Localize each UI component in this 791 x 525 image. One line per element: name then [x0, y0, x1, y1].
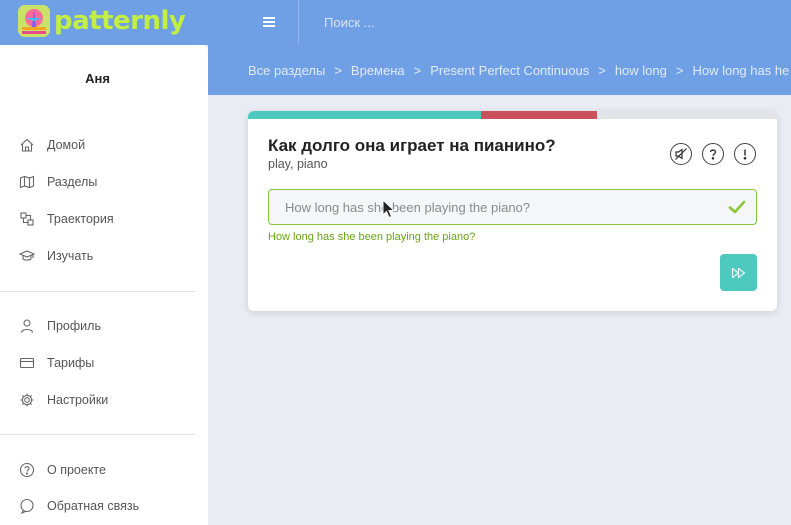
sidebar-item-trajectory[interactable]: Траектория [18, 209, 114, 229]
card-icon [18, 354, 36, 372]
logo-text: patternly [54, 6, 186, 36]
sidebar-item-sections[interactable]: Разделы [18, 172, 97, 192]
header-divider [298, 0, 299, 45]
sidebar-item-label: Домой [47, 138, 86, 152]
sidebar-item-label: Тарифы [47, 356, 95, 370]
exclamation-icon [743, 149, 747, 160]
mute-sound-button[interactable] [670, 143, 692, 165]
exercise-card: Как долго она играет на пианино? play, p… [248, 111, 777, 311]
breadcrumb-separator: > [675, 62, 684, 78]
sidebar: Аня Домой Разделы Траектория Изучать Про… [0, 45, 208, 525]
breadcrumb-item[interactable]: Present Perfect Continuous [430, 63, 589, 78]
sidebar-item-tariffs[interactable]: Тарифы [18, 353, 94, 373]
hamburger-icon [263, 17, 275, 27]
report-button[interactable] [734, 143, 756, 165]
breadcrumb-item[interactable]: how long [615, 63, 667, 78]
question-text: Как долго она играет на пианино? [268, 136, 556, 155]
next-button[interactable] [720, 254, 757, 291]
logo-icon [18, 5, 50, 37]
sidebar-item-about[interactable]: О проекте [18, 460, 106, 480]
map-icon [18, 173, 36, 191]
sidebar-item-learn[interactable]: Изучать [18, 246, 93, 266]
sidebar-item-label: Обратная связь [47, 499, 140, 513]
gear-icon [18, 391, 36, 409]
sidebar-divider [0, 291, 195, 292]
logo[interactable]: patternly [18, 4, 186, 38]
trajectory-icon [18, 210, 36, 228]
home-icon [18, 136, 36, 154]
sidebar-item-label: О проекте [47, 463, 106, 477]
breadcrumb-item[interactable]: Все разделы [248, 63, 325, 78]
breadcrumb-separator: > [413, 62, 422, 78]
progress-wrong [480, 111, 598, 119]
question-mark-icon [709, 149, 717, 160]
answer-input[interactable] [268, 189, 757, 225]
sidebar-item-label: Изучать [47, 249, 94, 263]
sidebar-item-home[interactable]: Домой [18, 135, 85, 155]
sidebar-divider [0, 434, 195, 435]
menu-toggle-button[interactable] [258, 12, 280, 32]
speaker-off-icon [675, 148, 687, 160]
sidebar-item-feedback[interactable]: Обратная связь [18, 496, 139, 516]
breadcrumb-separator: > [334, 62, 342, 78]
graduation-cap-icon [18, 247, 36, 265]
breadcrumb-item[interactable]: How long has he / [692, 63, 791, 78]
breadcrumb: Все разделы > Времена > Present Perfect … [208, 45, 791, 95]
sidebar-item-settings[interactable]: Настройки [18, 390, 108, 410]
progress-correct [248, 111, 481, 119]
question-hint: play, piano [268, 157, 328, 171]
sidebar-item-label: Траектория [47, 212, 114, 226]
help-button[interactable] [702, 143, 724, 165]
search-input[interactable] [312, 6, 612, 38]
top-bar: patternly [0, 0, 791, 45]
check-icon [727, 197, 747, 217]
question-icon [18, 461, 36, 479]
breadcrumb-item[interactable]: Времена [351, 63, 405, 78]
correct-answer-text: How long has she been playing the piano? [268, 231, 476, 243]
chat-icon [18, 497, 36, 515]
fast-forward-icon [731, 267, 745, 278]
user-name: Аня [85, 71, 110, 86]
sidebar-item-label: Настройки [47, 393, 109, 407]
sidebar-item-label: Профиль [47, 319, 101, 333]
user-icon [18, 317, 36, 335]
breadcrumb-separator: > [598, 62, 606, 78]
progress-bar [248, 111, 777, 119]
sidebar-item-label: Разделы [47, 175, 98, 189]
sidebar-item-profile[interactable]: Профиль [18, 316, 101, 336]
